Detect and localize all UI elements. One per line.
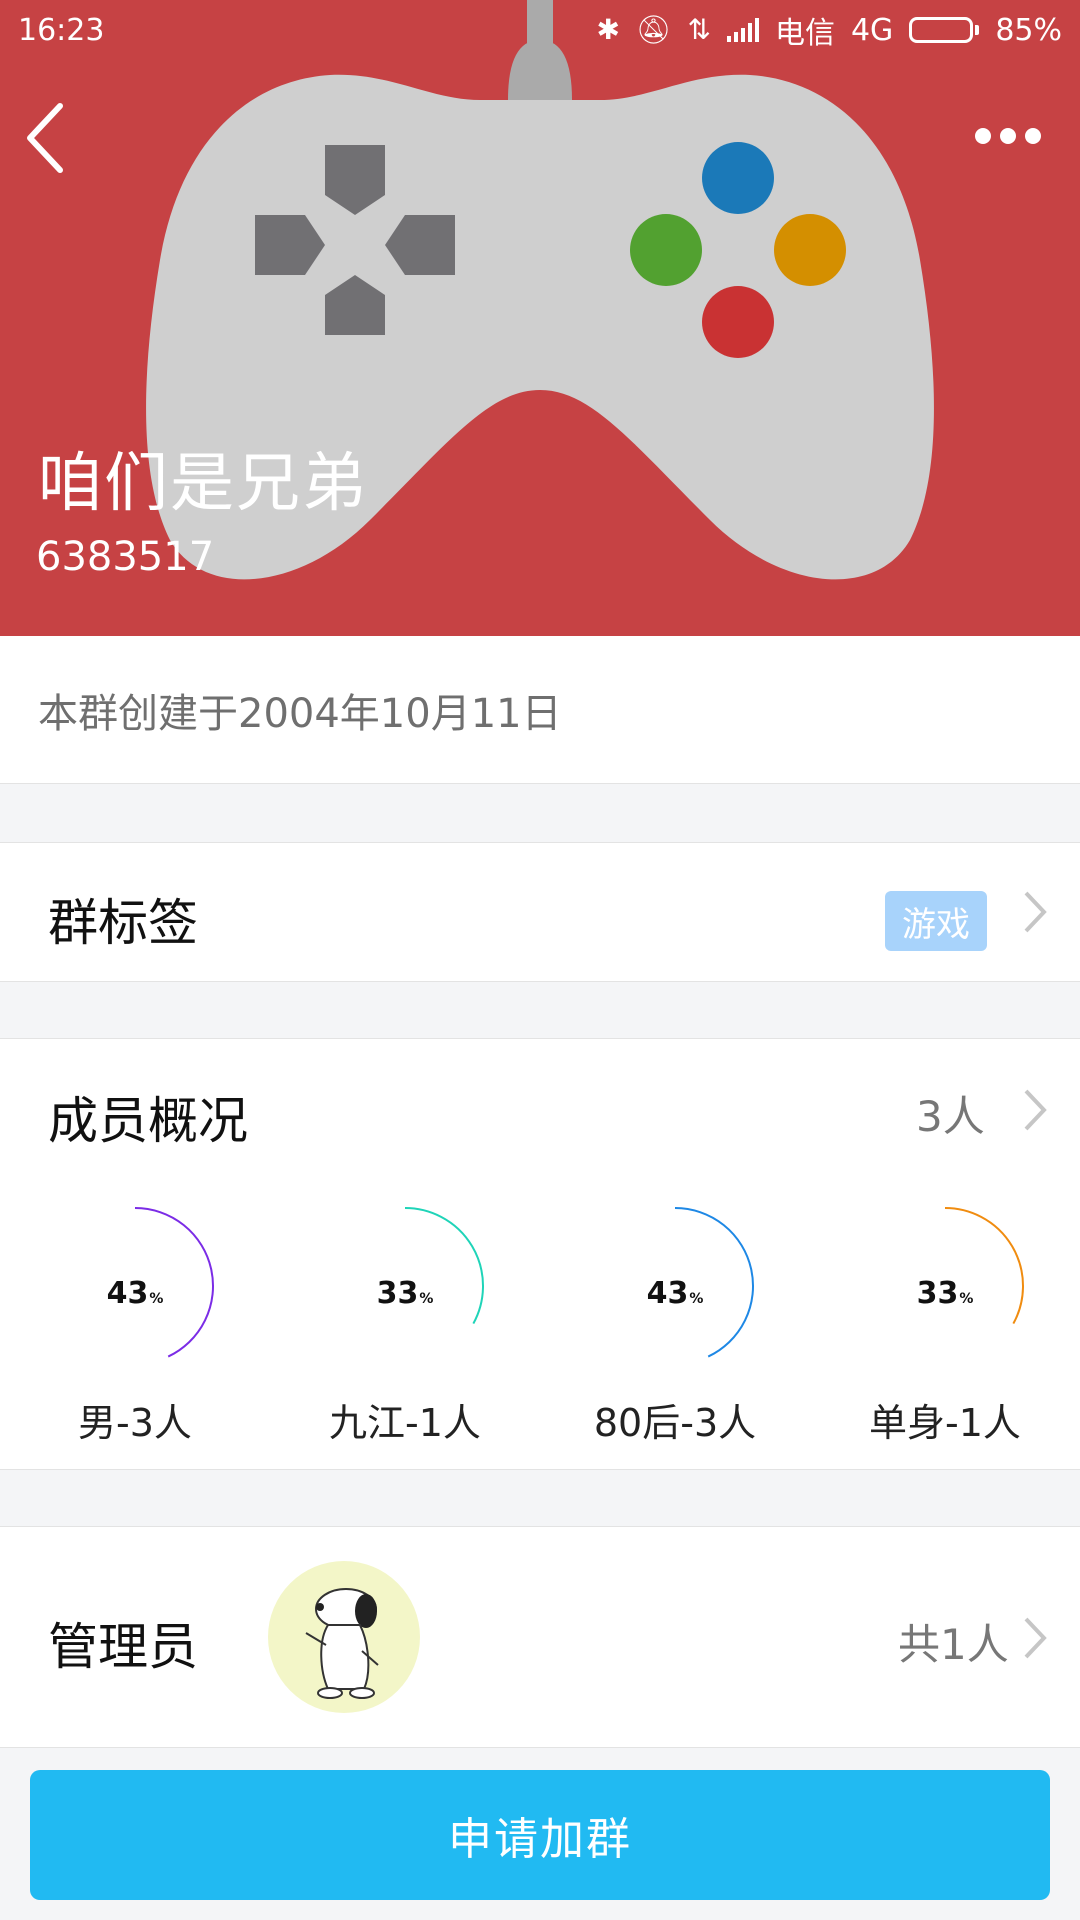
created-date: 本群创建于2004年10月11日 <box>0 636 1080 784</box>
join-group-button[interactable]: 申请加群 <box>30 1770 1050 1900</box>
status-time: 16:23 <box>18 12 105 48</box>
member-overview-title: 成员概况 <box>48 1092 248 1150</box>
stat-age: 43% 80后-3人 <box>540 1178 810 1470</box>
member-count: 3人 <box>916 1092 985 1141</box>
stat-status: 33% 单身-1人 <box>810 1178 1080 1470</box>
group-tags-row[interactable]: 群标签 游戏 <box>0 842 1080 982</box>
chevron-right-icon <box>1024 1089 1047 1131</box>
chevron-right-icon <box>1024 1617 1047 1659</box>
created-text: 本群创建于2004年10月11日 <box>38 690 562 737</box>
battery-icon <box>909 17 980 43</box>
stat-label: 九江-1人 <box>329 1401 481 1445</box>
back-button[interactable] <box>22 100 70 176</box>
chevron-right-icon <box>1024 891 1047 933</box>
status-bar: 16:23 ✱ 🔕︎ ⇅ 电信 4G 85% <box>0 0 1080 60</box>
group-id: 6383517 <box>36 534 215 580</box>
carrier-name: 电信 <box>774 16 835 51</box>
group-tags-title: 群标签 <box>48 894 198 952</box>
stat-gender: 43% 男-3人 <box>0 1178 270 1470</box>
silent-icon: 🔕︎ <box>635 13 672 46</box>
admin-avatar[interactable] <box>268 1561 420 1713</box>
more-button[interactable] <box>975 118 1055 154</box>
group-cover: 16:23 ✱ 🔕︎ ⇅ 电信 4G 85% 咱们是兄弟 6383517 <box>0 0 1080 636</box>
battery-percent: 85% <box>995 12 1062 48</box>
admin-row[interactable]: 管理员 共1人 <box>0 1526 1080 1748</box>
stat-region: 33% 九江-1人 <box>270 1178 540 1470</box>
network-type: 4G <box>850 12 894 48</box>
admin-count: 共1人 <box>898 1620 1009 1669</box>
group-name: 咱们是兄弟 <box>38 447 368 521</box>
stat-label: 男-3人 <box>78 1401 192 1445</box>
admin-title: 管理员 <box>48 1618 198 1676</box>
more-dots-icon <box>975 128 1041 144</box>
data-transfer-icon: ⇅ <box>687 13 711 46</box>
tag-badge: 游戏 <box>885 891 987 951</box>
member-stats: 43% 男-3人 33% 九江-1人 43% 80后-3人 33% 单身-1人 <box>0 1178 1080 1470</box>
member-overview-row[interactable]: 成员概况 3人 <box>0 1038 1080 1179</box>
signal-icon <box>726 18 759 42</box>
stat-percent: 33% <box>916 1276 974 1311</box>
stat-percent: 43% <box>646 1276 704 1311</box>
bluetooth-icon: ✱ <box>596 13 620 46</box>
chevron-left-icon <box>27 103 63 173</box>
stat-label: 单身-1人 <box>869 1401 1021 1445</box>
stat-label: 80后-3人 <box>593 1401 757 1445</box>
stat-percent: 43% <box>106 1276 164 1311</box>
stat-percent: 33% <box>376 1276 434 1311</box>
snoopy-avatar-icon <box>305 1588 379 1699</box>
